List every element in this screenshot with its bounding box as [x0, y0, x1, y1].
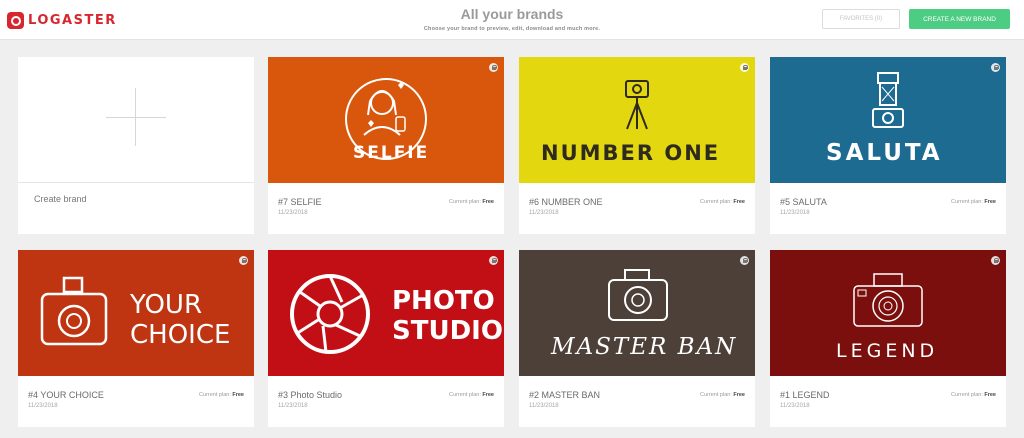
- plan-value: Free: [232, 392, 244, 398]
- brand-date: 11/23/2018: [529, 210, 559, 216]
- plan-status: Current plan: Free: [199, 392, 244, 398]
- brand-title[interactable]: #3 Photo Studio: [278, 390, 342, 400]
- lock-icon: [489, 63, 498, 72]
- brand-logo-preview[interactable]: NUMBER ONE: [519, 57, 755, 183]
- brand-logo-text-line2: STUDIO: [392, 316, 503, 346]
- plan-label: Current plan:: [951, 199, 983, 205]
- plan-value: Free: [482, 199, 494, 205]
- brand-date: 11/23/2018: [529, 403, 559, 409]
- brand-logo-text: SALUTA: [826, 140, 943, 166]
- plan-label: Current plan:: [449, 199, 481, 205]
- plan-value: Free: [984, 199, 996, 205]
- plus-icon: [135, 88, 136, 146]
- selfie-woman-icon: [345, 78, 427, 160]
- logaster-logo-icon: [7, 11, 24, 29]
- lock-icon: [740, 63, 749, 72]
- brand-card[interactable]: LEGEND #1 LEGEND 11/23/2018 Current plan…: [770, 250, 1006, 427]
- brand-date: 11/23/2018: [278, 403, 308, 409]
- card-divider: [18, 182, 254, 183]
- brand-title[interactable]: #4 YOUR CHOICE: [28, 390, 104, 400]
- brand-logo-preview[interactable]: PHOTO STUDIO: [268, 250, 504, 376]
- plan-value: Free: [733, 392, 745, 398]
- plan-label: Current plan:: [700, 392, 732, 398]
- create-brand-label: Create brand: [34, 194, 87, 204]
- brand-title[interactable]: #5 SALUTA: [780, 197, 827, 207]
- brand-logo-preview[interactable]: YOUR CHOICE: [18, 250, 254, 376]
- logaster-logo[interactable]: LOGASTER: [7, 11, 117, 29]
- brand-title[interactable]: #6 NUMBER ONE: [529, 197, 603, 207]
- brand-card[interactable]: YOUR CHOICE #4 YOUR CHOICE 11/23/2018 Cu…: [18, 250, 254, 427]
- brand-title[interactable]: #2 MASTER BAN: [529, 390, 600, 400]
- plan-status: Current plan: Free: [700, 392, 745, 398]
- brand-logo-preview[interactable]: LEGEND: [770, 250, 1006, 376]
- plan-value: Free: [733, 199, 745, 205]
- brand-card[interactable]: SELFIE #7 SELFIE 11/23/2018 Current plan…: [268, 57, 504, 234]
- brand-logo-text: NUMBER ONE: [541, 141, 721, 165]
- brand-logo-text: LEGEND: [836, 340, 939, 362]
- plan-label: Current plan:: [449, 392, 481, 398]
- brand-date: 11/23/2018: [780, 403, 810, 409]
- brand-logo-preview[interactable]: SELFIE: [268, 57, 504, 183]
- page-subtitle: Choose your brand to preview, edit, down…: [423, 26, 601, 32]
- brand-date: 11/23/2018: [780, 210, 810, 216]
- top-bar: LOGASTER All your brands Choose your bra…: [0, 0, 1024, 40]
- plan-label: Current plan:: [199, 392, 231, 398]
- brand-logo-text: MASTER BAN: [551, 334, 738, 360]
- plan-status: Current plan: Free: [700, 199, 745, 205]
- logo-text: LOGASTER: [28, 12, 117, 28]
- plan-status: Current plan: Free: [449, 392, 494, 398]
- plus-icon-h: [106, 117, 166, 118]
- brand-logo-text-line2: CHOICE: [130, 320, 231, 350]
- lock-icon: [740, 256, 749, 265]
- brand-title[interactable]: #1 LEGEND: [780, 390, 830, 400]
- page-header: All your brands Choose your brand to pre…: [352, 6, 672, 32]
- lock-icon: [489, 256, 498, 265]
- brand-logo-text-line1: PHOTO: [392, 286, 495, 316]
- page-title: All your brands: [460, 6, 564, 22]
- brand-date: 11/23/2018: [278, 210, 308, 216]
- plan-status: Current plan: Free: [449, 199, 494, 205]
- create-brand-card[interactable]: Create brand: [18, 57, 254, 234]
- plan-label: Current plan:: [700, 199, 732, 205]
- brand-logo-preview[interactable]: MASTER BAN: [519, 250, 755, 376]
- brand-logo-preview[interactable]: SALUTA: [770, 57, 1006, 183]
- create-new-brand-button[interactable]: CREATE A NEW BRAND: [909, 9, 1010, 29]
- brand-logo-text: SELFIE: [353, 143, 430, 163]
- lock-icon: [991, 63, 1000, 72]
- plan-status: Current plan: Free: [951, 199, 996, 205]
- plan-value: Free: [984, 392, 996, 398]
- plan-label: Current plan:: [951, 392, 983, 398]
- brand-title[interactable]: #7 SELFIE: [278, 197, 322, 207]
- brand-card[interactable]: SALUTA #5 SALUTA 11/23/2018 Current plan…: [770, 57, 1006, 234]
- brand-card[interactable]: NUMBER ONE #6 NUMBER ONE 11/23/2018 Curr…: [519, 57, 755, 234]
- lock-icon: [239, 256, 248, 265]
- brand-card[interactable]: PHOTO STUDIO #3 Photo Studio 11/23/2018 …: [268, 250, 504, 427]
- favorites-button[interactable]: FAVORITES (0): [822, 9, 900, 29]
- lock-icon: [991, 256, 1000, 265]
- brand-logo-text-line1: YOUR: [130, 290, 203, 320]
- plan-status: Current plan: Free: [951, 392, 996, 398]
- brand-date: 11/23/2018: [28, 403, 58, 409]
- plan-value: Free: [482, 392, 494, 398]
- brand-card[interactable]: MASTER BAN #2 MASTER BAN 11/23/2018 Curr…: [519, 250, 755, 427]
